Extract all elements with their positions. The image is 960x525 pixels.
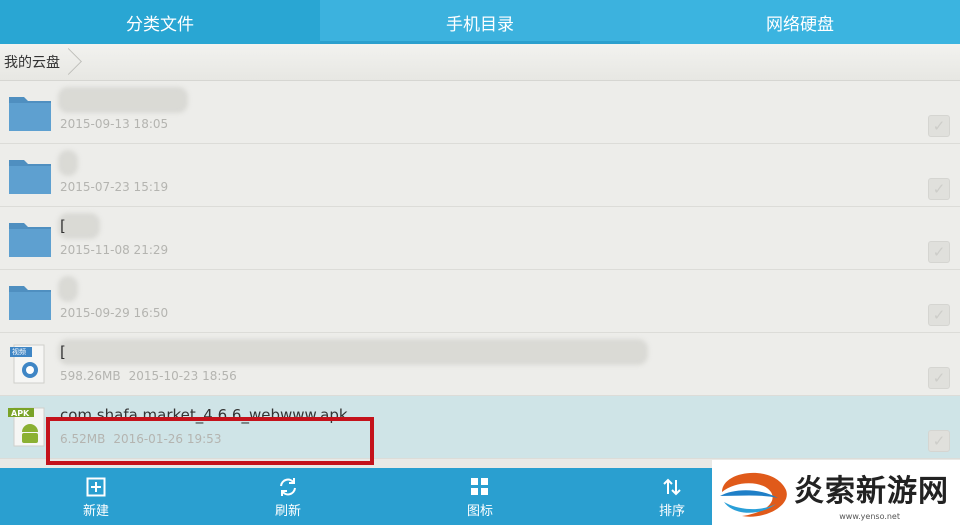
breadcrumb: 我的云盘: [0, 44, 960, 81]
file-badge: APK: [11, 409, 30, 418]
list-item[interactable]: 2015-09-13 18:05 ✓: [0, 81, 960, 144]
blurred-name: [58, 276, 78, 302]
breadcrumb-label: 我的云盘: [4, 55, 60, 71]
list-item[interactable]: [ 2015-11-08 21:29 ✓: [0, 207, 960, 270]
file-list: 2015-09-13 18:05 ✓ 2015-07-23 15:19 ✓ [ …: [0, 81, 960, 459]
file-size: 598.26MB: [60, 369, 121, 383]
checkbox[interactable]: ✓: [928, 241, 950, 263]
folder-icon: [9, 160, 51, 194]
file-meta: 2015-09-13 18:05: [60, 117, 168, 131]
folder-icon: [9, 223, 51, 257]
refresh-button[interactable]: 刷新: [192, 468, 384, 525]
file-date: 2015-07-23 15:19: [60, 180, 169, 194]
sort-button-label: 排序: [658, 504, 685, 519]
new-button[interactable]: 新建: [0, 468, 192, 525]
highlight-annotation: [46, 417, 374, 465]
file-badge: 视频: [12, 348, 26, 356]
watermark: 炎索新游网 www.yenso.net: [712, 460, 960, 525]
list-item[interactable]: 2015-07-23 15:19 ✓: [0, 144, 960, 207]
tab-category-files[interactable]: 分类文件: [0, 0, 320, 44]
folder-icon: [9, 97, 51, 131]
tab-phone-directory[interactable]: 手机目录: [320, 0, 640, 44]
checkbox[interactable]: ✓: [928, 430, 950, 452]
refresh-button-label: 刷新: [274, 504, 301, 519]
refresh-icon: [277, 474, 299, 500]
new-button-label: 新建: [82, 504, 109, 519]
tab-network-drive[interactable]: 网络硬盘: [640, 0, 960, 44]
blurred-name: [58, 339, 648, 365]
chevron-right-icon: [64, 44, 74, 80]
file-name: [: [60, 217, 66, 235]
file-date: 2015-11-08 21:29: [60, 243, 169, 257]
blurred-name: [58, 150, 78, 176]
watermark-url: www.yenso.net: [839, 512, 900, 521]
grid-icon: [471, 474, 489, 500]
checkbox[interactable]: ✓: [928, 367, 950, 389]
file-meta: 598.26MB 2015-10-23 18:56: [60, 369, 237, 383]
checkbox[interactable]: ✓: [928, 178, 950, 200]
tab-bar: 分类文件 手机目录 网络硬盘: [0, 0, 960, 44]
folder-icon: [9, 286, 51, 320]
icon-view-button[interactable]: 图标: [384, 468, 576, 525]
plus-box-icon: [86, 474, 106, 500]
checkbox[interactable]: ✓: [928, 304, 950, 326]
sort-icon: [662, 474, 682, 500]
list-item[interactable]: 视频 [ 598.26MB 2015-10-23 18:56 ✓: [0, 333, 960, 396]
file-meta: 2015-07-23 15:19: [60, 180, 168, 194]
file-meta: 2015-09-29 16:50: [60, 306, 168, 320]
site-logo-icon: [720, 472, 787, 517]
watermark-text: 炎索新游网: [794, 473, 949, 509]
file-meta: 2015-11-08 21:29: [60, 243, 168, 257]
file-date: 2015-09-29 16:50: [60, 306, 169, 320]
icon-view-button-label: 图标: [466, 504, 493, 519]
file-date: 2015-10-23 18:56: [128, 369, 237, 383]
checkbox[interactable]: ✓: [928, 115, 950, 137]
file-name: [: [60, 343, 66, 361]
list-item[interactable]: 2015-09-29 16:50 ✓: [0, 270, 960, 333]
file-date: 2015-09-13 18:05: [60, 117, 169, 131]
blurred-name: [58, 87, 188, 113]
breadcrumb-item-root[interactable]: 我的云盘: [0, 44, 60, 80]
